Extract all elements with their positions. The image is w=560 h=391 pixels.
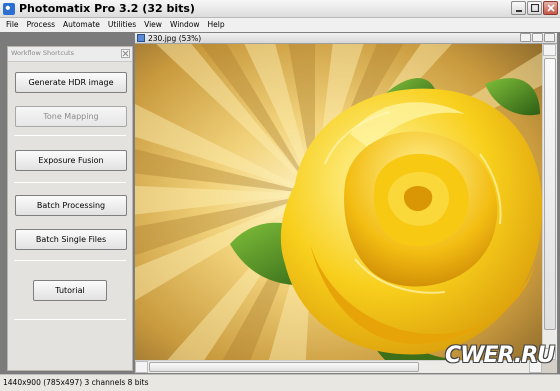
menu-utilities[interactable]: Utilities: [104, 18, 140, 32]
maximize-icon[interactable]: [527, 1, 542, 15]
window-title: Photomatix Pro 3.2 (32 bits): [19, 2, 195, 15]
generate-hdr-button[interactable]: Generate HDR image: [15, 72, 127, 93]
menu-window[interactable]: Window: [166, 18, 204, 32]
image-close-icon[interactable]: [544, 33, 555, 42]
horizontal-scroll-thumb[interactable]: [149, 362, 419, 372]
menu-bar: File Process Automate Utilities View Win…: [0, 18, 560, 32]
batch-processing-button[interactable]: Batch Processing: [15, 195, 127, 216]
image-minimize-icon[interactable]: [520, 33, 531, 42]
minimize-icon[interactable]: [511, 1, 526, 15]
menu-automate[interactable]: Automate: [59, 18, 104, 32]
vertical-scroll-thumb[interactable]: [544, 58, 556, 330]
vertical-scrollbar[interactable]: [542, 44, 557, 360]
close-icon[interactable]: [543, 1, 558, 15]
status-text: 1440x900 (785x497) 3 channels 8 bits: [3, 378, 149, 387]
image-window: 230.jpg (53%): [134, 32, 558, 374]
watermark: CWER.RU: [445, 343, 555, 368]
scroll-left-icon[interactable]: [135, 361, 148, 373]
panel-header: Workflow Shortcuts: [8, 47, 132, 62]
batch-single-files-button[interactable]: Batch Single Files: [15, 229, 127, 250]
panel-close-icon[interactable]: [121, 49, 130, 58]
app-icon: [3, 3, 15, 15]
panel-title: Workflow Shortcuts: [11, 49, 74, 57]
menu-view[interactable]: View: [140, 18, 166, 32]
divider: [14, 319, 126, 320]
photomatix-app: Photomatix Pro 3.2 (32 bits) File Proces…: [0, 0, 560, 391]
exposure-fusion-button[interactable]: Exposure Fusion: [15, 150, 127, 171]
image-file-icon: [137, 34, 145, 42]
divider: [14, 260, 126, 261]
menu-file[interactable]: File: [0, 18, 23, 32]
menu-process[interactable]: Process: [23, 18, 59, 32]
window-controls: [511, 1, 558, 15]
image-window-title: 230.jpg (53%): [148, 34, 202, 43]
workspace: Workflow Shortcuts Generate HDR image To…: [0, 32, 560, 374]
title-bar: Photomatix Pro 3.2 (32 bits): [0, 0, 560, 18]
menu-help[interactable]: Help: [204, 18, 229, 32]
tutorial-button[interactable]: Tutorial: [33, 280, 107, 301]
scroll-up-icon[interactable]: [543, 44, 556, 56]
rose-image: [135, 44, 542, 360]
status-bar: 1440x900 (785x497) 3 channels 8 bits: [0, 374, 560, 391]
image-canvas[interactable]: [135, 44, 542, 360]
image-window-controls: [520, 33, 555, 42]
image-window-titlebar: 230.jpg (53%): [135, 33, 557, 44]
image-maximize-icon[interactable]: [532, 33, 543, 42]
divider: [14, 182, 126, 183]
tone-mapping-button[interactable]: Tone Mapping: [15, 106, 127, 127]
workflow-shortcuts-panel: Workflow Shortcuts Generate HDR image To…: [7, 46, 133, 371]
divider: [14, 135, 126, 136]
